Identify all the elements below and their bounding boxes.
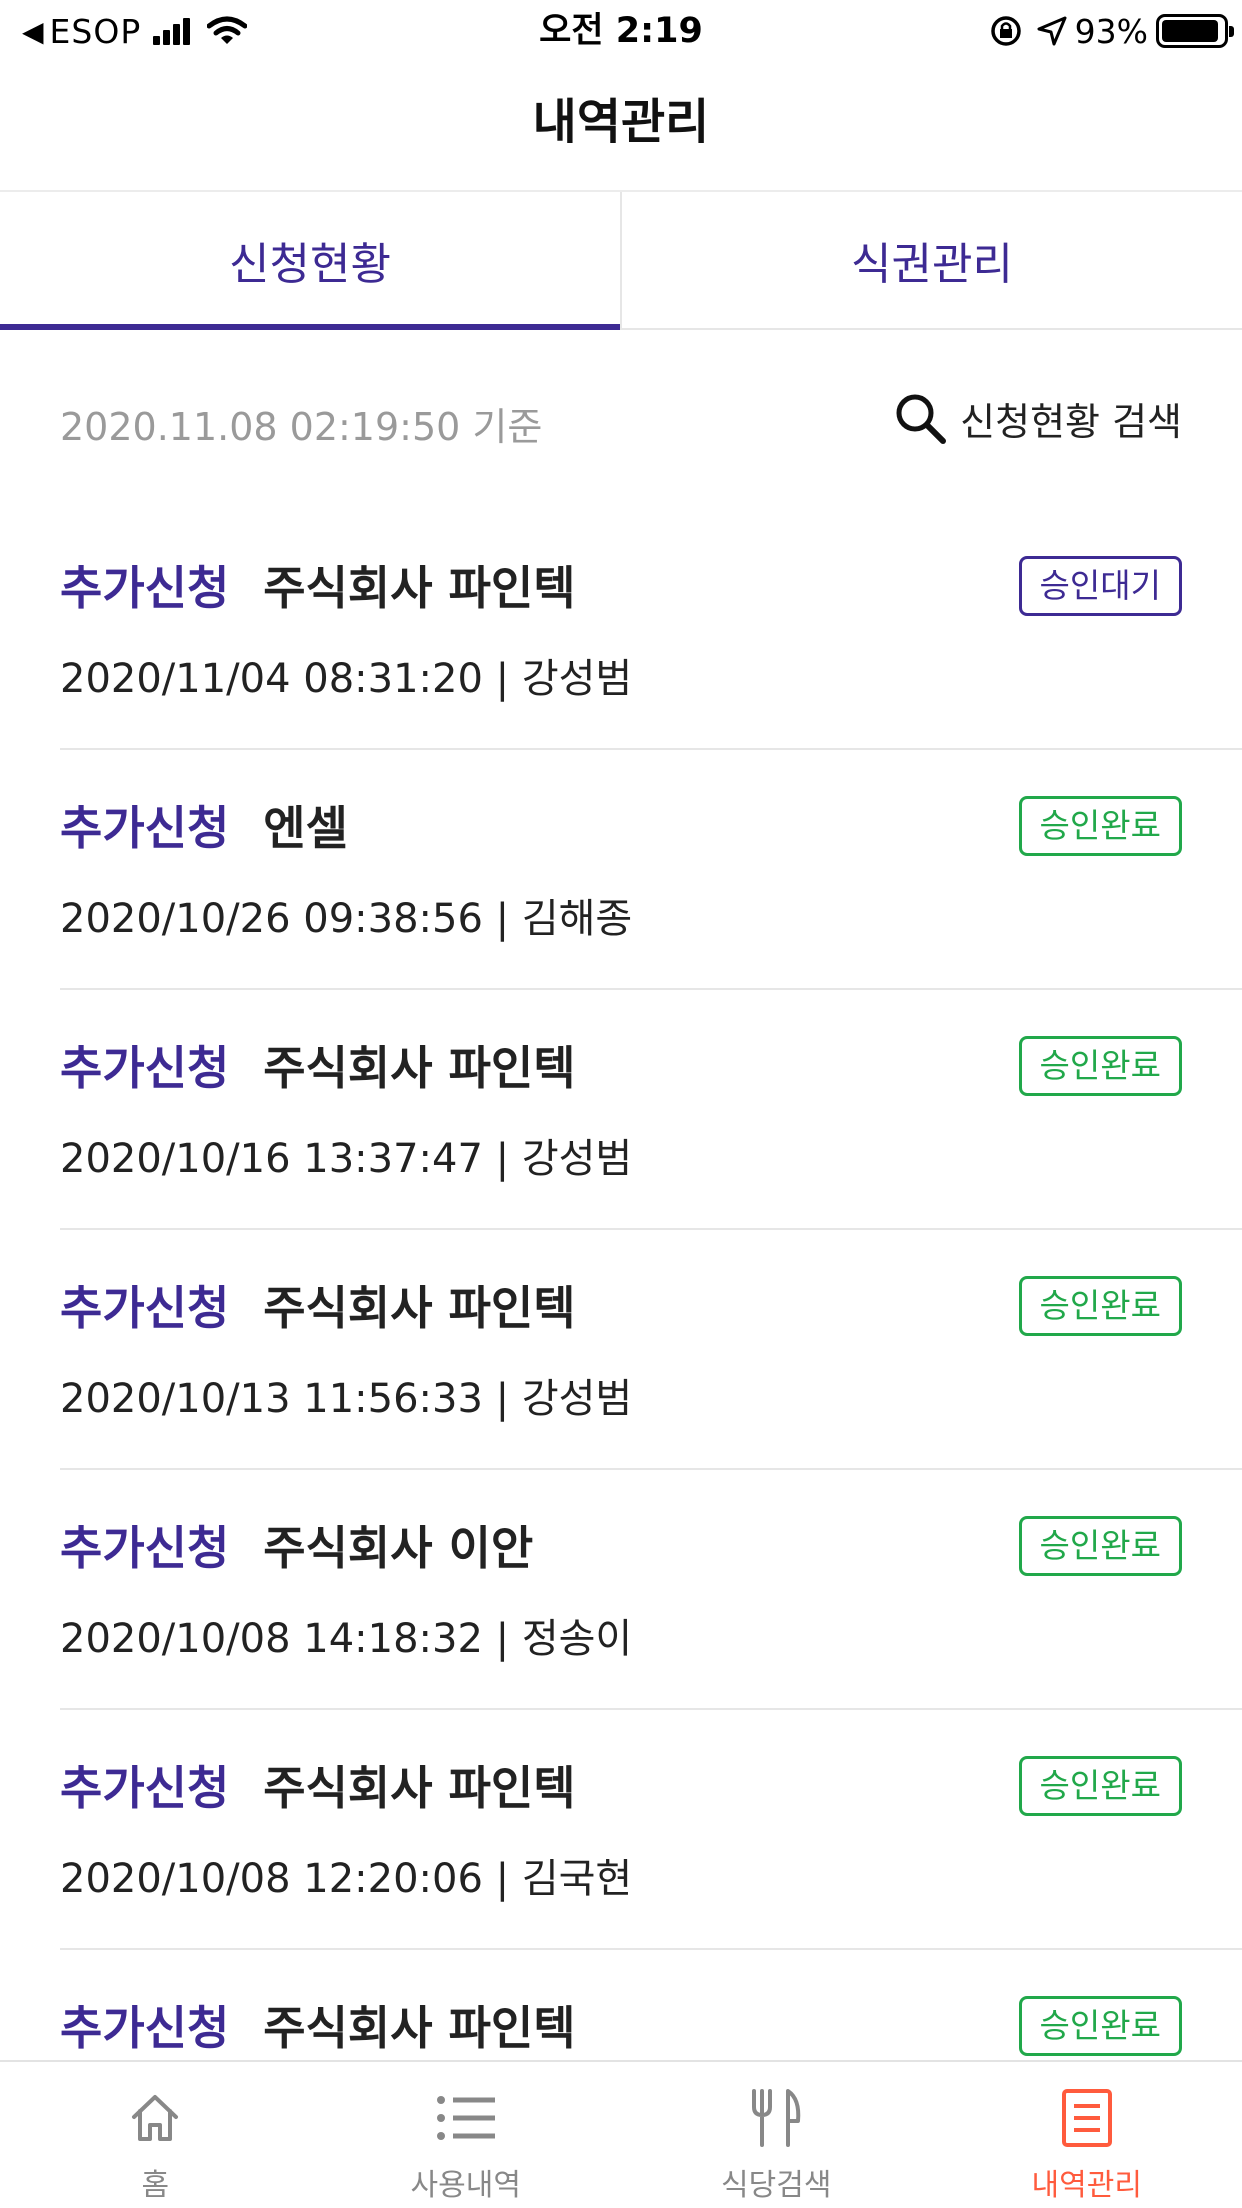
info-row: 2020.11.08 02:19:50 기준 신청현황 검색 bbox=[60, 380, 1182, 460]
bottom-nav: 홈 사용내역 식당검색 내역관리 bbox=[0, 2060, 1242, 2208]
item-meta: 2020/10/13 11:56:33 | 강성범 bbox=[60, 1376, 633, 1422]
tab-application-status[interactable]: 신청현황 bbox=[0, 192, 622, 330]
orientation-lock-icon bbox=[990, 16, 1021, 46]
list-item[interactable]: 추가신청 주식회사 파인텍 2020/10/13 11:56:33 | 강성범 … bbox=[60, 1230, 1242, 1470]
battery-percent: 93% bbox=[1074, 11, 1148, 51]
status-badge: 승인완료 bbox=[1018, 1036, 1182, 1096]
item-title-row: 추가신청 주식회사 이안 bbox=[60, 1512, 533, 1578]
company-name: 주식회사 이안 bbox=[263, 1521, 534, 1575]
request-type: 추가신청 bbox=[60, 801, 230, 855]
company-name: 엔셀 bbox=[263, 801, 348, 855]
list-item[interactable]: 추가신청 주식회사 이안 2020/10/08 14:18:32 | 정송이 승… bbox=[60, 1470, 1242, 1710]
nav-restaurant-search-label: 식당검색 bbox=[721, 2168, 832, 2203]
search-button[interactable]: 신청현황 검색 bbox=[892, 390, 1182, 446]
as-of-timestamp: 2020.11.08 02:19:50 기준 bbox=[60, 405, 543, 449]
app-header: 내역관리 bbox=[0, 62, 1242, 192]
tab-bar: 신청현황 식권관리 bbox=[0, 192, 1242, 330]
company-name: 주식회사 파인텍 bbox=[263, 1041, 576, 1095]
status-badge: 승인완료 bbox=[1018, 1996, 1182, 2056]
item-meta: 2020/10/16 13:37:47 | 강성범 bbox=[60, 1136, 633, 1182]
request-type: 추가신청 bbox=[60, 561, 230, 615]
request-type: 추가신청 bbox=[60, 2001, 230, 2055]
battery-icon bbox=[1156, 14, 1234, 48]
request-type: 추가신청 bbox=[60, 1281, 230, 1335]
list-item[interactable]: 추가신청 주식회사 파인텍 2020/10/16 13:37:47 | 강성범 … bbox=[60, 990, 1242, 1230]
nav-history-management[interactable]: 내역관리 bbox=[932, 2062, 1242, 2208]
nav-usage-history[interactable]: 사용내역 bbox=[311, 2062, 622, 2208]
fork-knife-icon bbox=[752, 2089, 801, 2147]
list-item[interactable]: 추가신청 주식회사 파인텍 2020/10/08 12:20:06 | 김국현 … bbox=[60, 1710, 1242, 1950]
request-type: 추가신청 bbox=[60, 1761, 230, 1815]
list-item[interactable]: 추가신청 엔셀 2020/10/26 09:38:56 | 김해종 승인완료 bbox=[60, 750, 1242, 990]
search-icon bbox=[896, 394, 947, 444]
item-title-row: 추가신청 주식회사 파인텍 bbox=[60, 1032, 576, 1098]
item-title-row: 추가신청 주식회사 파인텍 bbox=[60, 1752, 576, 1818]
tab-ticket-management[interactable]: 식권관리 bbox=[622, 192, 1242, 328]
request-type: 추가신청 bbox=[60, 1521, 230, 1575]
nav-usage-history-label: 사용내역 bbox=[410, 2168, 521, 2203]
status-badge: 승인완료 bbox=[1018, 1756, 1182, 1816]
document-icon bbox=[1061, 2089, 1112, 2147]
company-name: 주식회사 파인텍 bbox=[263, 1761, 576, 1815]
battery-level bbox=[1162, 20, 1218, 42]
request-type: 추가신청 bbox=[60, 1041, 230, 1095]
item-meta: 2020/11/04 08:31:20 | 강성범 bbox=[60, 656, 633, 702]
item-meta: 2020/10/26 09:38:56 | 김해종 bbox=[60, 896, 633, 942]
item-meta: 2020/10/08 14:18:32 | 정송이 bbox=[60, 1616, 633, 1662]
status-badge: 승인완료 bbox=[1018, 1516, 1182, 1576]
company-name: 주식회사 파인텍 bbox=[263, 561, 576, 615]
list-item[interactable]: 추가신청 주식회사 파인텍 2020/11/04 08:31:20 | 강성범 … bbox=[60, 510, 1242, 750]
item-title-row: 추가신청 주식회사 파인텍 bbox=[60, 1272, 576, 1338]
item-title-row: 추가신청 주식회사 파인텍 bbox=[60, 1992, 576, 2058]
status-badge: 승인완료 bbox=[1018, 1276, 1182, 1336]
status-bar: ◀ ESOP 오전 2:19 93% bbox=[0, 0, 1242, 62]
application-list: 추가신청 주식회사 파인텍 2020/11/04 08:31:20 | 강성범 … bbox=[60, 510, 1242, 2190]
status-right: 93% bbox=[989, 10, 1234, 52]
nav-history-management-label: 내역관리 bbox=[1031, 2168, 1142, 2203]
item-meta: 2020/10/08 12:20:06 | 김국현 bbox=[60, 1856, 633, 1902]
home-icon bbox=[132, 2095, 179, 2141]
list-icon bbox=[436, 2096, 495, 2140]
status-badge: 승인대기 bbox=[1018, 556, 1182, 616]
search-label: 신청현황 검색 bbox=[960, 399, 1182, 444]
item-title-row: 추가신청 엔셀 bbox=[60, 792, 348, 858]
nav-home-label: 홈 bbox=[141, 2168, 170, 2203]
page-title: 내역관리 bbox=[532, 94, 710, 150]
item-title-row: 추가신청 주식회사 파인텍 bbox=[60, 552, 576, 618]
nav-restaurant-search[interactable]: 식당검색 bbox=[621, 2062, 932, 2208]
company-name: 주식회사 파인텍 bbox=[263, 1281, 576, 1335]
location-arrow-icon bbox=[1037, 16, 1067, 46]
nav-home[interactable]: 홈 bbox=[0, 2062, 311, 2208]
status-badge: 승인완료 bbox=[1018, 796, 1182, 856]
company-name: 주식회사 파인텍 bbox=[263, 2001, 576, 2055]
